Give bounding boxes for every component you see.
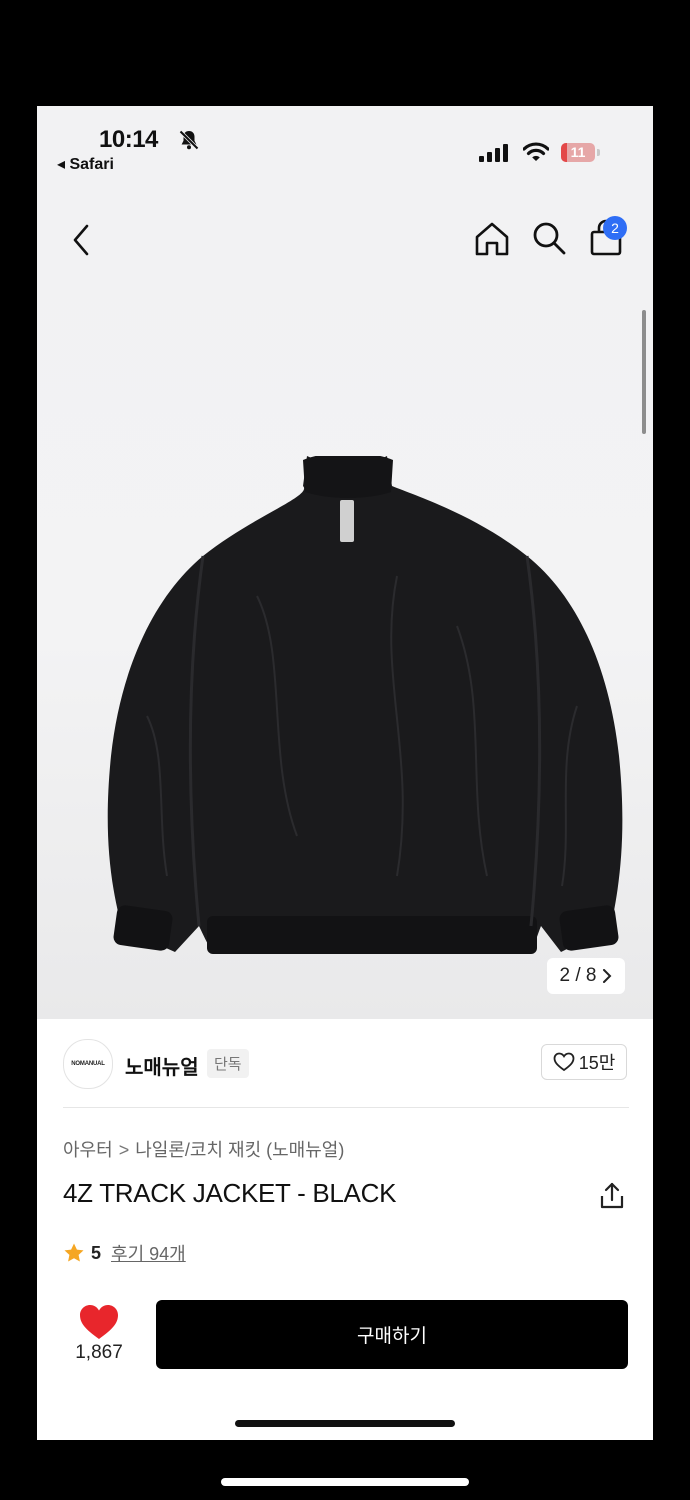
buy-button[interactable]: 구매하기: [156, 1300, 628, 1369]
back-to-safari[interactable]: ◂ Safari: [57, 154, 114, 174]
breadcrumb-category[interactable]: 아우터: [63, 1140, 113, 1160]
heart-outline-icon: [553, 1052, 575, 1072]
rating-score: 5: [91, 1242, 102, 1263]
gallery-pager[interactable]: 2 / 8: [547, 958, 625, 994]
pager-text: 2 / 8: [559, 965, 597, 986]
star-icon: [64, 1243, 84, 1262]
status-time: 10:14: [99, 126, 158, 153]
divider: [63, 1107, 629, 1108]
breadcrumb-separator: >: [118, 1140, 130, 1160]
brand-name[interactable]: 노매뉴얼: [125, 1051, 199, 1080]
breadcrumb-subcategory[interactable]: 나일론/코치 재킷 (노매뉴얼): [135, 1140, 344, 1160]
battery-icon: 11: [561, 143, 601, 162]
outer-home-indicator: [221, 1478, 469, 1486]
jacket-photo: [107, 456, 623, 954]
wifi-icon: [523, 142, 549, 161]
like-count: 1,867: [75, 1342, 123, 1363]
product-gallery[interactable]: 2 2 / 8: [37, 176, 653, 1019]
brand-like-button[interactable]: 15만: [541, 1044, 627, 1080]
brand-like-count: 15만: [578, 1053, 616, 1073]
scrollbar[interactable]: [642, 310, 646, 434]
brand-row[interactable]: NOMANUAL 노매뉴얼 단독 15만: [37, 1019, 653, 1109]
search-icon[interactable]: [531, 220, 567, 256]
chevron-right-icon: [603, 969, 612, 983]
reviews-link[interactable]: 후기 94개: [111, 1240, 186, 1266]
product-title: 4Z TRACK JACKET - BLACK: [63, 1178, 397, 1208]
phone-screen: 10:14 ◂ Safari 11 2 2 / 8 NOMANUAL 노매뉴얼 …: [37, 106, 653, 1440]
signal-icon: [479, 144, 508, 162]
bell-muted-icon: [179, 130, 199, 150]
status-bar: 10:14 ◂ Safari 11: [37, 106, 653, 176]
home-indicator[interactable]: [235, 1420, 455, 1427]
home-icon[interactable]: [473, 220, 511, 258]
brand-logo-text: NOMANUAL: [71, 1061, 105, 1067]
rating-row: 5 후기 94개: [63, 1240, 186, 1266]
exclusive-badge: 단독: [207, 1049, 249, 1078]
breadcrumb: 아우터 > 나일론/코치 재킷 (노매뉴얼): [63, 1136, 344, 1162]
share-icon[interactable]: [599, 1182, 625, 1210]
brand-logo[interactable]: NOMANUAL: [63, 1039, 113, 1089]
cart-count-badge: 2: [603, 216, 627, 240]
heart-icon[interactable]: [77, 1302, 121, 1342]
battery-level: 11: [570, 144, 586, 160]
back-icon[interactable]: [65, 220, 97, 260]
